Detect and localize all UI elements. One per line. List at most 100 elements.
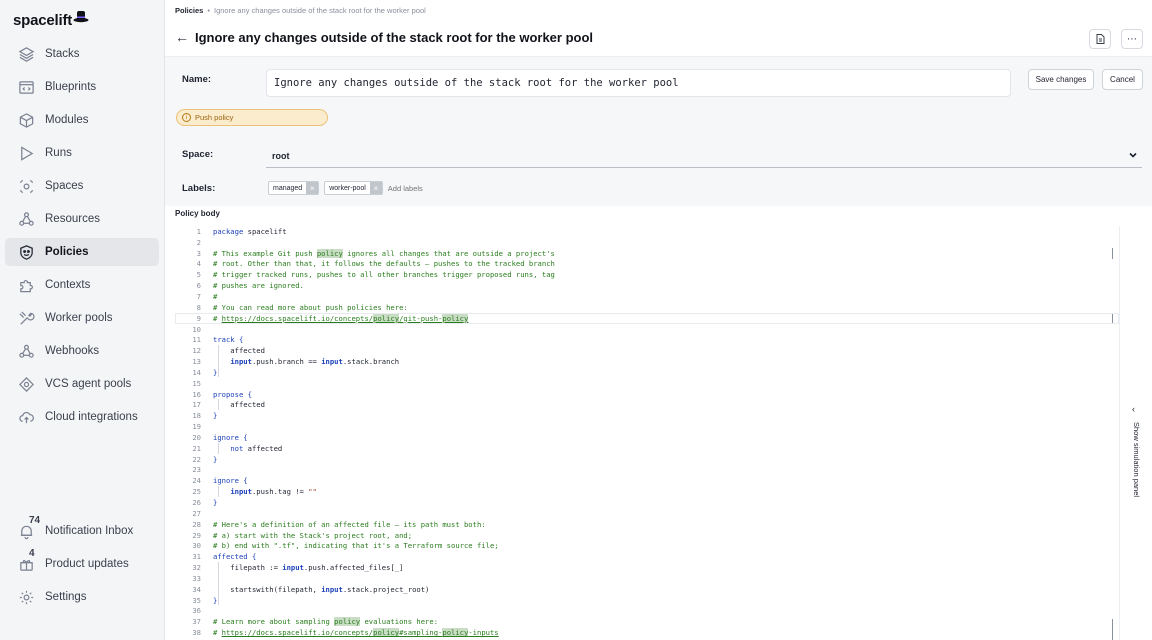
code-line[interactable]: 14} xyxy=(175,367,1119,378)
code-line[interactable]: 31 affected { xyxy=(175,551,1119,562)
sidebar-item-runs[interactable]: Runs xyxy=(5,139,159,167)
code-line[interactable]: 7 # xyxy=(175,291,1119,302)
sidebar-item-resources[interactable]: Resources xyxy=(5,205,159,233)
sidebar-item-modules[interactable]: Modules xyxy=(5,106,159,134)
sidebar-item-webhooks[interactable]: Webhooks xyxy=(5,337,159,365)
sidebar-item-policies[interactable]: Policies xyxy=(5,238,159,266)
code-line[interactable]: 8 # You can read more about push policies… xyxy=(175,302,1119,313)
code-line[interactable]: 4 # root. Other than that, it follows the… xyxy=(175,259,1119,270)
policy-name-input[interactable] xyxy=(266,69,1011,97)
sidebar-item-spaces[interactable]: Spaces xyxy=(5,172,159,200)
line-number: 1 xyxy=(196,226,201,236)
more-dots-icon: ⋯ xyxy=(1127,33,1137,45)
code-line[interactable]: 23 xyxy=(175,465,1119,476)
remove-label-icon[interactable]: × xyxy=(306,182,319,194)
logo-hat-icon xyxy=(73,11,89,23)
code-line[interactable]: 34 startswith(filepath, input.stack.proj… xyxy=(175,584,1119,595)
code-line[interactable]: 18} xyxy=(175,410,1119,421)
sidebar-item-settings[interactable]: Settings xyxy=(5,583,159,611)
code-line[interactable]: 12 affected xyxy=(175,345,1119,356)
code-line[interactable]: 22} xyxy=(175,454,1119,465)
sidebar-item-product-updates[interactable]: 4 Product updates xyxy=(5,548,159,578)
labels-field: managed × worker-pool × xyxy=(268,181,468,195)
code-text: affected xyxy=(213,346,265,356)
line-number: 22 xyxy=(192,454,201,464)
line-number: 18 xyxy=(192,411,201,421)
show-simulation-panel-toggle[interactable]: ‹ Show simulation panel xyxy=(1119,226,1152,640)
policy-type-badge: i Push policy xyxy=(176,109,328,126)
code-line[interactable]: 27 xyxy=(175,508,1119,519)
breadcrumb-policies-link[interactable]: Policies xyxy=(175,6,203,15)
label-tag: managed × xyxy=(268,181,320,195)
gear-icon xyxy=(17,588,35,606)
code-line[interactable]: 19 xyxy=(175,421,1119,432)
name-label: Name: xyxy=(182,74,212,85)
code-line[interactable]: 5 # trigger tracked runs, pushes to all o… xyxy=(175,269,1119,280)
code-line[interactable]: 17 affected xyxy=(175,400,1119,411)
page-title: Ignore any changes outside of the stack … xyxy=(195,29,594,45)
code-line[interactable]: 37 # Learn more about sampling policy eva… xyxy=(175,616,1119,627)
code-line[interactable]: 6 # pushes are ignored. xyxy=(175,280,1119,291)
code-line[interactable]: 15 xyxy=(175,378,1119,389)
code-line[interactable]: 21 not affected xyxy=(175,443,1119,454)
line-number: 35 xyxy=(192,595,201,605)
code-line[interactable]: 29 # a) start with the Stack's project ro… xyxy=(175,530,1119,541)
code-line[interactable]: 33 xyxy=(175,573,1119,584)
code-line[interactable]: 35} xyxy=(175,595,1119,606)
line-number: 26 xyxy=(192,498,201,508)
back-arrow-icon[interactable]: ← xyxy=(175,29,189,45)
add-labels-input[interactable] xyxy=(387,183,468,193)
code-text: } xyxy=(213,367,218,377)
sidebar-item-notification-inbox[interactable]: 74 Notification Inbox xyxy=(5,515,159,545)
code-line[interactable]: 32 filepath := input.push.affected_files… xyxy=(175,562,1119,573)
code-line[interactable]: 13 input.push.branch == input.stack.bran… xyxy=(175,356,1119,367)
line-number: 17 xyxy=(192,400,201,410)
code-line[interactable]: 16 propose { xyxy=(175,389,1119,400)
sidebar-item-stacks[interactable]: Stacks xyxy=(5,40,159,68)
sidebar-item-blueprints[interactable]: Blueprints xyxy=(5,73,159,101)
code-text: ignore { xyxy=(213,476,248,486)
line-number: 24 xyxy=(192,476,201,486)
code-line[interactable]: 36 xyxy=(175,606,1119,617)
code-text: filepath := input.push.affected_files[_] xyxy=(213,563,404,573)
code-line[interactable]: 9 # https://docs.spacelift.io/concepts/po… xyxy=(175,312,1119,324)
sidebar-item-worker-pools[interactable]: Worker pools xyxy=(5,304,159,332)
documentation-button[interactable] xyxy=(1089,29,1111,49)
code-text: # https://docs.spacelift.io/concepts/pol… xyxy=(213,313,469,323)
cancel-button[interactable]: Cancel xyxy=(1102,69,1143,90)
chevron-left-icon: ‹ xyxy=(1132,404,1135,414)
code-text: package spacelift xyxy=(213,226,287,236)
code-line[interactable]: 3 # This example Git push policy ignores … xyxy=(175,248,1119,259)
code-line[interactable]: 26} xyxy=(175,497,1119,508)
remove-label-icon[interactable]: × xyxy=(369,182,382,194)
code-line[interactable]: 2 xyxy=(175,237,1119,248)
sidebar-item-cloud-integrations[interactable]: Cloud integrations xyxy=(5,403,159,431)
vcs-icon xyxy=(17,375,35,393)
code-line[interactable]: 28 # Here's a definition of an affected f… xyxy=(175,519,1119,530)
code-line[interactable]: 1 package spacelift xyxy=(175,226,1119,237)
line-number: 2 xyxy=(196,237,201,247)
code-line[interactable]: 30 # b) end with ".tf", indicating that i… xyxy=(175,540,1119,551)
code-line[interactable]: 20 ignore { xyxy=(175,432,1119,443)
sidebar-item-contexts[interactable]: Contexts xyxy=(5,271,159,299)
spacelift-logo[interactable]: spacelift xyxy=(13,8,89,32)
line-number: 36 xyxy=(192,606,201,616)
sidebar-bottom-nav: 74 Notification Inbox 4 Product updates … xyxy=(5,515,159,616)
code-line[interactable]: 38 # https://docs.spacelift.io/concepts/p… xyxy=(175,627,1119,638)
code-line[interactable]: 10 xyxy=(175,324,1119,335)
more-options-button[interactable]: ⋯ xyxy=(1121,29,1143,49)
sidebar-item-vcs-agent-pools[interactable]: VCS agent pools xyxy=(5,370,159,398)
space-select[interactable]: root xyxy=(266,144,1142,168)
sidebar-item-label: Spaces xyxy=(45,180,84,192)
code-line[interactable]: 25 input.push.tag != "" xyxy=(175,486,1119,497)
resources-icon xyxy=(17,210,35,228)
policy-code-editor[interactable]: 1 package spacelift 2 3 # This example Git p… xyxy=(175,226,1119,640)
code-line[interactable]: 11 track { xyxy=(175,334,1119,345)
sidebar-item-label: Cloud integrations xyxy=(45,411,138,423)
save-changes-button[interactable]: Save changes xyxy=(1028,69,1094,90)
code-line[interactable]: 24 ignore { xyxy=(175,475,1119,486)
spaces-icon xyxy=(17,177,35,195)
line-number: 6 xyxy=(196,281,201,291)
sidebar: spacelift Stacks Blueprints Modules Runs… xyxy=(0,0,165,640)
blueprint-icon xyxy=(17,78,35,96)
